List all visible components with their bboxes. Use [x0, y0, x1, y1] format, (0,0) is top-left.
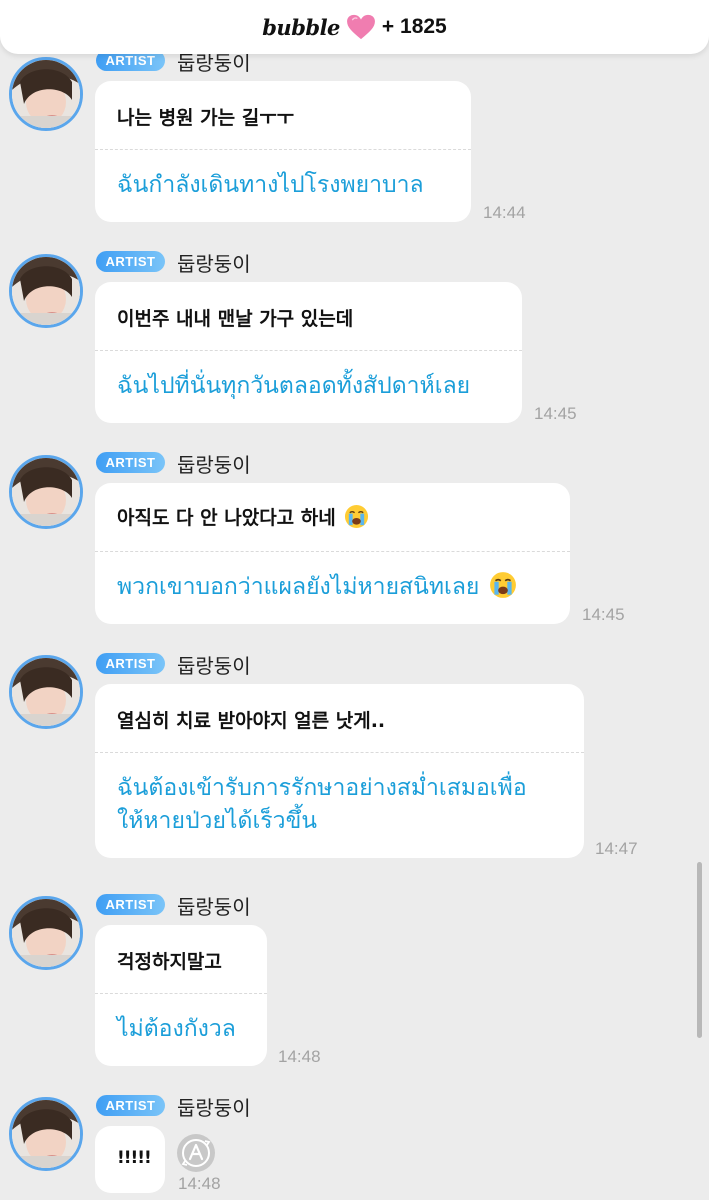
- top-bar: bubble + 1825: [0, 0, 709, 54]
- artist-avatar[interactable]: [9, 57, 83, 131]
- message-bubble[interactable]: 아직도 다 안 나았다고 하네 พวกเขาบอกว่าแผลยังไม่หาย…: [95, 483, 570, 624]
- artist-avatar[interactable]: [9, 655, 83, 729]
- translated-text-line-1: ฉันต้องเข้ารับการรักษาอย่างสม่ำเสมอเพื่อ: [117, 775, 527, 801]
- crying-face-icon: [489, 572, 516, 598]
- bubble-divider: [95, 752, 584, 753]
- artist-avatar[interactable]: [9, 1097, 83, 1171]
- scrollbar[interactable]: [697, 862, 702, 1038]
- translated-text: ฉันไปที่นั่นทุกวันตลอดทั้งสัปดาห์เลย: [117, 373, 471, 399]
- original-text: 아직도 다 안 나았다고 하네: [117, 507, 336, 529]
- bubble-divider: [95, 350, 522, 351]
- translated-text: ไม่ต้องกังวล: [117, 1016, 236, 1042]
- translated-text: ฉันกำลังเดินทางไปโรงพยาบาล: [117, 172, 424, 198]
- bubble-divider: [95, 551, 570, 552]
- artist-avatar[interactable]: [9, 455, 83, 529]
- artist-badge: ARTIST: [96, 653, 165, 674]
- subscriber-count: + 1825: [381, 15, 447, 38]
- bubble-divider: [95, 993, 267, 994]
- artist-badge: ARTIST: [96, 894, 165, 915]
- bubble-divider: [95, 149, 471, 150]
- message-time: 14:48: [178, 1174, 221, 1193]
- message-bubble[interactable]: 걱정하지말고 ไม่ต้องกังวล: [95, 925, 267, 1066]
- original-text-line: 아직도 다 안 나았다고 하네: [117, 503, 369, 530]
- original-text: !!!!!: [117, 1148, 152, 1168]
- message-bubble[interactable]: 열심히 치료 받아야지 얼른 낫게.. ฉันต้องเข้ารับการรัก…: [95, 684, 584, 858]
- message-time: 14:48: [278, 1047, 321, 1066]
- original-text: 걱정하지말고: [117, 951, 222, 973]
- sender-name: 둡랑둥이: [177, 252, 251, 276]
- crying-face-icon: [345, 504, 369, 529]
- original-text: 이번주 내내 맨날 가구 있는데: [117, 308, 354, 330]
- message-time: 14:44: [483, 203, 526, 222]
- sender-name: 둡랑둥이: [177, 654, 251, 678]
- original-text: 나는 병원 가는 길ㅜㅜ: [117, 107, 295, 129]
- original-text: 열심히 치료 받아야지 얼른 낫게..: [117, 710, 386, 732]
- message-time: 14:47: [595, 839, 638, 858]
- sender-name: 둡랑둥이: [177, 453, 251, 477]
- translate-a-icon[interactable]: [176, 1133, 216, 1173]
- artist-badge: ARTIST: [96, 452, 165, 473]
- translated-text-line: พวกเขาบอกว่าแผลยังไม่หายสนิทเลย: [117, 571, 517, 603]
- message-bubble[interactable]: 나는 병원 가는 길ㅜㅜ ฉันกำลังเดินทางไปโรงพยาบาล: [95, 81, 471, 222]
- artist-avatar[interactable]: [9, 896, 83, 970]
- message-time: 14:45: [534, 404, 577, 423]
- app-brand: bubble: [262, 14, 340, 40]
- sender-name: 둡랑둥이: [177, 895, 251, 919]
- artist-badge: ARTIST: [96, 251, 165, 272]
- artist-avatar[interactable]: [9, 254, 83, 328]
- artist-badge: ARTIST: [96, 1095, 165, 1116]
- message-bubble[interactable]: 이번주 내내 맨날 가구 있는데 ฉันไปที่นั่นทุกวันตลอดท…: [95, 282, 522, 423]
- sender-name: 둡랑둥이: [177, 1096, 251, 1120]
- pink-heart-icon: [346, 14, 375, 40]
- message-bubble[interactable]: !!!!!: [95, 1126, 165, 1193]
- translated-text: พวกเขาบอกว่าแผลยังไม่หายสนิทเลย: [117, 574, 480, 600]
- translated-text-line-2: ให้หายป่วยได้เร็วขึ้น: [117, 808, 318, 834]
- message-time: 14:45: [582, 605, 625, 624]
